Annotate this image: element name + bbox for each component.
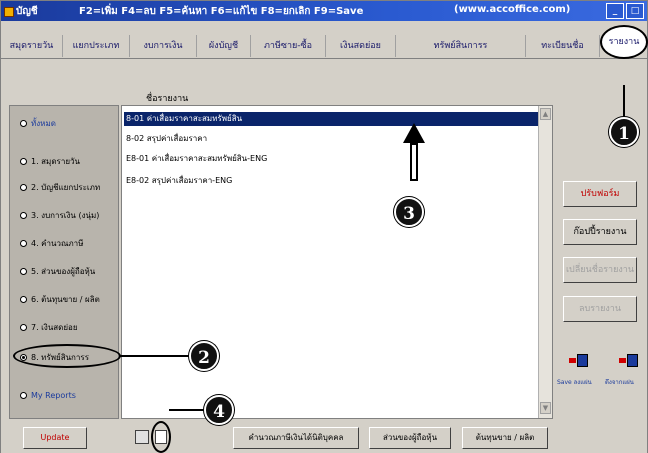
callout-line — [623, 85, 625, 119]
category-label: 3. งบการเงิน (งนุ่ม) — [31, 210, 100, 220]
scroll-down-icon[interactable]: ▼ — [540, 402, 551, 414]
highlight-ellipse — [151, 421, 171, 453]
rename-report-button[interactable]: เปลี่ยนชื่อรายงาน — [563, 257, 637, 283]
category-journal[interactable]: 1. สมุดรายวัน — [10, 150, 120, 172]
radio-icon — [20, 323, 27, 331]
category-shareholder[interactable]: 5. ส่วนของผู้ถือหุ้น — [10, 260, 120, 282]
category-all[interactable]: ทั้งหมด — [10, 112, 120, 134]
tab-bar: สมุดรายวัน แยกประเภท งบการเงิน ผังบัญชี … — [1, 21, 648, 59]
save-to-disk-label: Save ลงแผ่น — [557, 379, 592, 386]
radio-icon — [20, 211, 27, 219]
radio-icon — [20, 119, 27, 127]
tab-chart-of-accounts[interactable]: ผังบัญชี — [197, 35, 251, 57]
maximize-button[interactable]: □ — [626, 3, 644, 19]
list-item[interactable]: 8-02 สรุปค่าเสื่อมราคา — [124, 132, 542, 146]
category-label: 4. คำนวณภาษี — [31, 238, 84, 248]
category-tax[interactable]: 4. คำนวณภาษี — [10, 232, 120, 254]
load-from-disk-icon[interactable] — [619, 354, 639, 368]
category-petty-cash[interactable]: 7. เงินสดย่อย — [10, 316, 120, 338]
category-my-reports[interactable]: My Reports — [10, 384, 120, 406]
app-name: บัญชี — [16, 6, 38, 17]
list-item[interactable]: 8-01 ค่าเสื่อมราคาสะสมทรัพย์สิน — [124, 112, 542, 126]
website-url: (www.accoffice.com) — [454, 4, 571, 15]
app-window: บัญชี F2=เพิ่ม F4=ลบ F5=ค้นหา F6=แก้ไข F… — [0, 0, 648, 453]
callout-badge-2: 2 — [189, 341, 219, 371]
cost-of-sales-button[interactable]: ต้นทุนขาย / ผลิต — [462, 427, 548, 449]
tab-registry[interactable]: ทะเบียนชื่อ — [526, 35, 600, 57]
adjust-form-button[interactable]: ปรับฟอร์ม — [563, 181, 637, 207]
shareholder-button[interactable]: ส่วนของผู้ถือหุ้น — [369, 427, 451, 449]
radio-icon — [20, 239, 27, 247]
radio-icon — [20, 267, 27, 275]
list-scrollbar[interactable]: ▲ ▼ — [538, 106, 552, 418]
app-icon — [4, 6, 14, 17]
load-from-disk-label: ดึงจากแผ่น — [605, 379, 634, 386]
category-panel: ทั้งหมด 1. สมุดรายวัน 2. บัญชีแยกประเภท … — [9, 105, 119, 419]
title-app: บัญชี — [4, 4, 38, 19]
category-ledger[interactable]: 2. บัญชีแยกประเภท — [10, 176, 120, 198]
radio-icon — [20, 391, 27, 399]
list-item[interactable]: E8-02 สรุปค่าเสื่อมราคา-ENG — [124, 174, 542, 188]
radio-icon — [20, 295, 27, 303]
callout-badge-1: 1 — [609, 117, 639, 147]
copy-report-button[interactable]: ก๊อปปี้รายงาน — [563, 219, 637, 245]
tab-financial[interactable]: งบการเงิน — [130, 35, 197, 57]
category-label: 6. ต้นทุนขาย / ผลิต — [31, 294, 100, 304]
update-button[interactable]: Update — [23, 427, 87, 449]
shortcut-hints: F2=เพิ่ม F4=ลบ F5=ค้นหา F6=แก้ไข F8=ยกเล… — [79, 6, 364, 17]
report-column-label: ชื่อรายงาน — [146, 94, 189, 104]
report-list[interactable]: 8-01 ค่าเสื่อมราคาสะสมทรัพย์สิน 8-02 สรุ… — [121, 105, 553, 419]
tab-journal[interactable]: สมุดรายวัน — [1, 35, 63, 57]
minimize-button[interactable]: _ — [606, 3, 624, 19]
callout-line — [119, 355, 191, 357]
callout-line — [169, 409, 205, 411]
delete-report-button[interactable]: ลบรายงาน — [563, 296, 637, 322]
tab-assets[interactable]: ทรัพย์สินการร — [396, 35, 526, 57]
category-label: 5. ส่วนของผู้ถือหุ้น — [31, 266, 96, 276]
category-label: ทั้งหมด — [31, 118, 56, 128]
category-financial[interactable]: 3. งบการเงิน (งนุ่ม) — [10, 204, 120, 226]
category-cost[interactable]: 6. ต้นทุนขาย / ผลิต — [10, 288, 120, 310]
radio-icon — [20, 183, 27, 191]
category-label: 2. บัญชีแยกประเภท — [31, 182, 101, 192]
tax-calc-button[interactable]: คำนวณภาษีเงินได้นิติบุคคล — [233, 427, 359, 449]
callout-badge-3: 3 — [394, 197, 424, 227]
category-label: 7. เงินสดย่อย — [31, 322, 78, 332]
tab-reports[interactable]: รายงาน — [600, 25, 648, 59]
radio-icon — [20, 157, 27, 165]
tab-tax[interactable]: ภาษีซาย-ซื้อ — [251, 35, 326, 57]
title-bar: บัญชี F2=เพิ่ม F4=ลบ F5=ค้นหา F6=แก้ไข F… — [1, 1, 647, 21]
callout-badge-4: 4 — [204, 395, 234, 425]
tab-ledger[interactable]: แยกประเภท — [63, 35, 130, 57]
category-label: 1. สมุดรายวัน — [31, 156, 80, 166]
print-icon[interactable] — [135, 430, 149, 444]
scroll-up-icon[interactable]: ▲ — [540, 108, 551, 120]
list-item[interactable]: E8-01 ค่าเสื่อมราคาสะสมทรัพย์สิน-ENG — [124, 152, 542, 166]
highlight-ellipse — [13, 344, 121, 368]
category-label: My Reports — [31, 390, 76, 400]
tab-petty-cash[interactable]: เงินสดย่อย — [326, 35, 396, 57]
up-arrow-icon — [403, 123, 425, 181]
save-to-disk-icon[interactable] — [569, 354, 589, 368]
